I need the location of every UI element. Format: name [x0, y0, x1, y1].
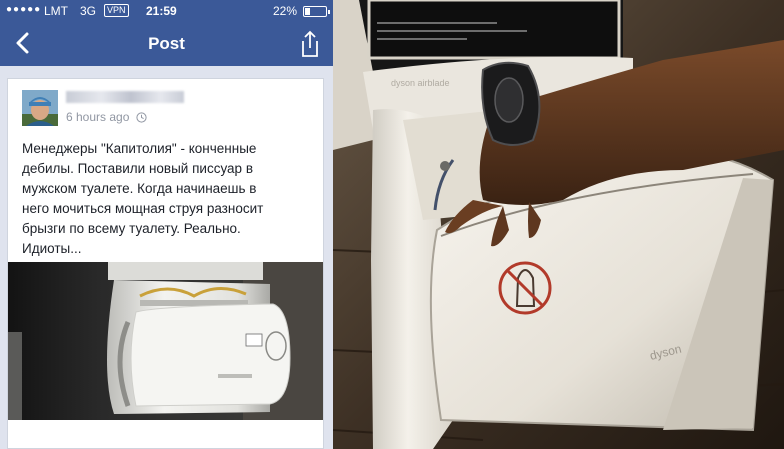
share-button[interactable] — [299, 30, 321, 58]
vpn-badge: VPN — [104, 4, 129, 17]
post-photo[interactable] — [8, 262, 323, 420]
post-card: 6 hours ago Менеджеры "Капитолия" - конч… — [7, 78, 324, 449]
avatar[interactable] — [22, 90, 58, 126]
battery-fill — [305, 8, 310, 15]
hand-dryer-photo — [8, 262, 323, 420]
status-bar: ●●●●● LMT 3G VPN 21:59 22% — [0, 0, 333, 22]
dryer-closeup-photo: dyson airblade dyson — [333, 0, 784, 449]
author-name-blurred[interactable] — [66, 91, 184, 103]
post-timestamp[interactable]: 6 hours ago — [66, 110, 147, 124]
page-title: Post — [148, 34, 185, 53]
clock-time: 21:59 — [146, 4, 177, 18]
battery-percent: 22% — [272, 4, 297, 18]
phone-screenshot: ●●●●● LMT 3G VPN 21:59 22% Post 6 hours … — [0, 0, 333, 449]
carrier-name: LMT — [44, 4, 68, 18]
signal-strength: ●●●●● — [6, 4, 42, 15]
dryer-closeup-image: dyson airblade dyson — [333, 0, 784, 449]
nav-bar: Post — [0, 22, 333, 66]
post-body-text: Менеджеры "Капитолия" - конченные дебилы… — [22, 141, 264, 256]
clock-icon — [136, 112, 147, 123]
share-icon — [302, 30, 318, 57]
dryer-brand-top: dyson airblade — [391, 78, 450, 88]
timestamp-text: 6 hours ago — [66, 110, 130, 124]
battery-icon — [303, 6, 330, 17]
avatar-photo — [22, 90, 58, 126]
network-type: 3G — [80, 4, 97, 18]
